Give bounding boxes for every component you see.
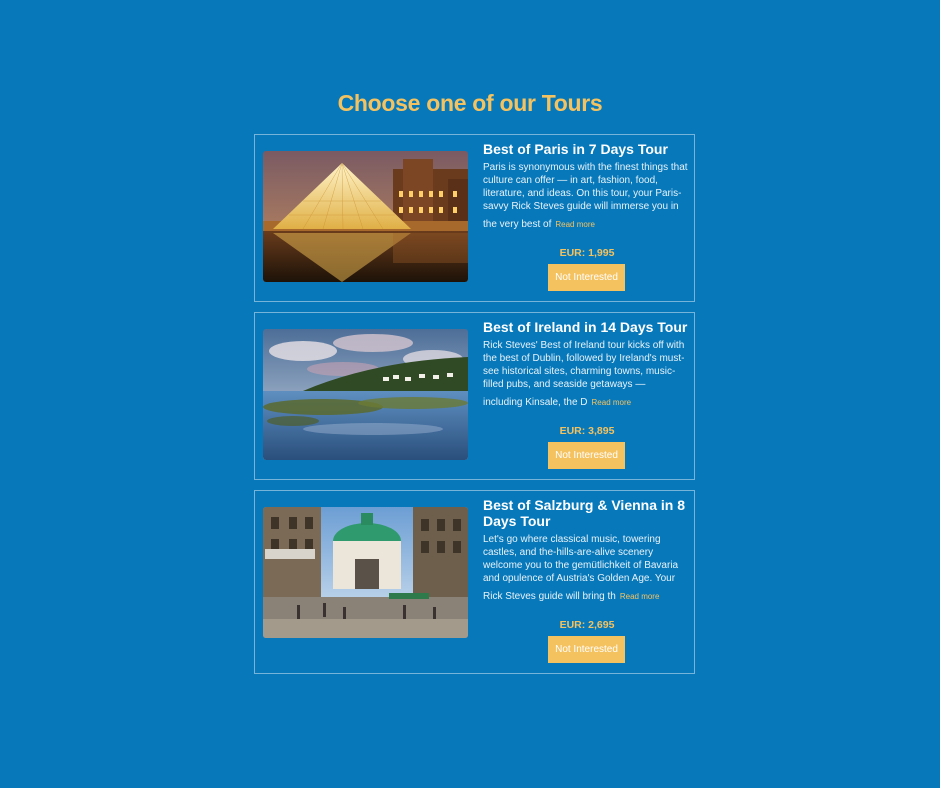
tour-description-tail-text: the very best of [483,219,552,230]
tour-title: Best of Salzburg & Vienna in 8 Days Tour [483,497,686,529]
read-more-link[interactable]: Read more [620,592,660,601]
tour-description-tail: Rick Steves guide will bring th Read more [483,590,691,603]
tour-description-tail: including Kinsale, the D Read more [483,396,691,409]
tour-title: Best of Ireland in 14 Days Tour [483,319,688,335]
read-more-link[interactable]: Read more [555,220,595,229]
not-interested-button[interactable]: Not Interested [548,264,625,291]
tour-description: Let's go where classical music, towering… [483,534,679,584]
tour-description: Rick Steves' Best of Ireland tour kicks … [483,340,685,390]
not-interested-button[interactable]: Not Interested [548,442,625,469]
tour-description: Paris is synonymous with the finest thin… [483,162,688,212]
read-more-link[interactable]: Read more [592,398,632,407]
tour-description-tail-text: Rick Steves guide will bring th [483,591,616,602]
tour-description-tail-text: including Kinsale, the D [483,397,588,408]
tour-title: Best of Paris in 7 Days Tour [483,141,668,157]
paris-louvre-image [263,151,468,282]
tour-description-tail: the very best of Read more [483,218,691,231]
vienna-street-image [263,507,468,638]
tour-card-salzburg-vienna: Best of Salzburg & Vienna in 8 Days Tour… [254,490,695,674]
ireland-coast-image [263,329,468,460]
tour-price: EUR: 3,895 [559,425,615,437]
tour-price: EUR: 1,995 [559,247,615,259]
page-title: Choose one of our Tours [337,90,603,116]
tour-price: EUR: 2,695 [559,619,615,631]
not-interested-button[interactable]: Not Interested [548,636,625,663]
tour-card-paris: Best of Paris in 7 Days Tour Paris is sy… [254,134,695,302]
tour-card-ireland: Best of Ireland in 14 Days Tour Rick Ste… [254,312,695,480]
